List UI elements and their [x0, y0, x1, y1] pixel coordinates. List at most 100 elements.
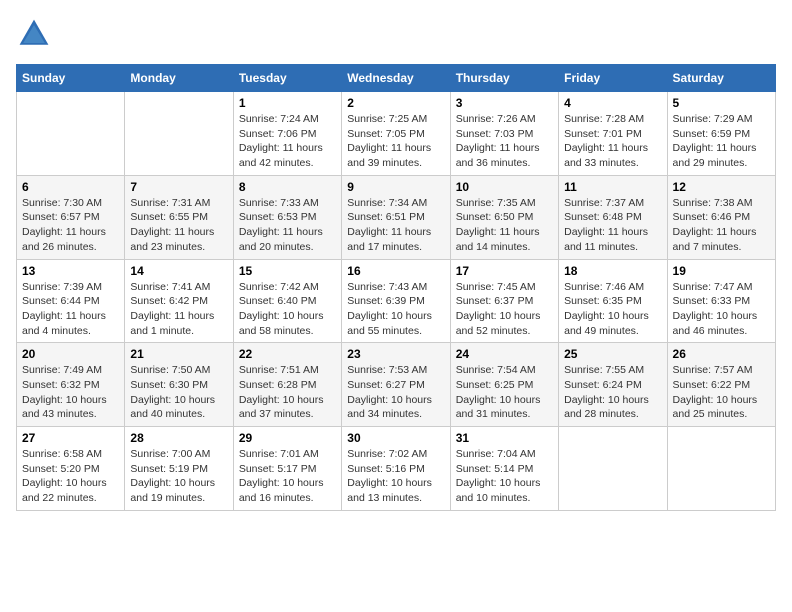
- day-number: 7: [130, 180, 227, 194]
- calendar-cell: 23 Sunrise: 7:53 AMSunset: 6:27 PMDayligh…: [342, 343, 450, 427]
- day-info: Sunrise: 7:45 AMSunset: 6:37 PMDaylight:…: [456, 280, 553, 339]
- calendar-cell: 21 Sunrise: 7:50 AMSunset: 6:30 PMDayligh…: [125, 343, 233, 427]
- calendar-cell: 28 Sunrise: 7:00 AMSunset: 5:19 PMDayligh…: [125, 427, 233, 511]
- day-number: 11: [564, 180, 661, 194]
- day-number: 16: [347, 264, 444, 278]
- day-number: 8: [239, 180, 336, 194]
- day-info: Sunrise: 7:39 AMSunset: 6:44 PMDaylight:…: [22, 280, 119, 339]
- day-info: Sunrise: 7:42 AMSunset: 6:40 PMDaylight:…: [239, 280, 336, 339]
- weekday-header-monday: Monday: [125, 65, 233, 92]
- weekday-header-saturday: Saturday: [667, 65, 775, 92]
- calendar-cell: 26 Sunrise: 7:57 AMSunset: 6:22 PMDayligh…: [667, 343, 775, 427]
- day-number: 19: [673, 264, 770, 278]
- day-number: 30: [347, 431, 444, 445]
- day-number: 2: [347, 96, 444, 110]
- day-info: Sunrise: 7:30 AMSunset: 6:57 PMDaylight:…: [22, 196, 119, 255]
- day-info: Sunrise: 7:51 AMSunset: 6:28 PMDaylight:…: [239, 363, 336, 422]
- day-info: Sunrise: 7:35 AMSunset: 6:50 PMDaylight:…: [456, 196, 553, 255]
- day-info: Sunrise: 7:38 AMSunset: 6:46 PMDaylight:…: [673, 196, 770, 255]
- day-info: Sunrise: 7:04 AMSunset: 5:14 PMDaylight:…: [456, 447, 553, 506]
- day-info: Sunrise: 7:53 AMSunset: 6:27 PMDaylight:…: [347, 363, 444, 422]
- calendar-cell: 16 Sunrise: 7:43 AMSunset: 6:39 PMDayligh…: [342, 259, 450, 343]
- weekday-header-tuesday: Tuesday: [233, 65, 341, 92]
- day-number: 29: [239, 431, 336, 445]
- calendar-cell: 4 Sunrise: 7:28 AMSunset: 7:01 PMDaylight…: [559, 92, 667, 176]
- day-info: Sunrise: 7:46 AMSunset: 6:35 PMDaylight:…: [564, 280, 661, 339]
- calendar-cell: 15 Sunrise: 7:42 AMSunset: 6:40 PMDayligh…: [233, 259, 341, 343]
- logo: [16, 16, 54, 52]
- day-number: 31: [456, 431, 553, 445]
- day-number: 23: [347, 347, 444, 361]
- calendar-cell: 12 Sunrise: 7:38 AMSunset: 6:46 PMDayligh…: [667, 175, 775, 259]
- day-number: 13: [22, 264, 119, 278]
- calendar-cell: 22 Sunrise: 7:51 AMSunset: 6:28 PMDayligh…: [233, 343, 341, 427]
- day-info: Sunrise: 7:02 AMSunset: 5:16 PMDaylight:…: [347, 447, 444, 506]
- calendar-cell: 6 Sunrise: 7:30 AMSunset: 6:57 PMDaylight…: [17, 175, 125, 259]
- day-info: Sunrise: 7:28 AMSunset: 7:01 PMDaylight:…: [564, 112, 661, 171]
- day-info: Sunrise: 7:34 AMSunset: 6:51 PMDaylight:…: [347, 196, 444, 255]
- calendar-cell: [667, 427, 775, 511]
- calendar-cell: [125, 92, 233, 176]
- weekday-header-friday: Friday: [559, 65, 667, 92]
- day-number: 24: [456, 347, 553, 361]
- day-info: Sunrise: 7:47 AMSunset: 6:33 PMDaylight:…: [673, 280, 770, 339]
- calendar-cell: 7 Sunrise: 7:31 AMSunset: 6:55 PMDaylight…: [125, 175, 233, 259]
- day-info: Sunrise: 7:55 AMSunset: 6:24 PMDaylight:…: [564, 363, 661, 422]
- calendar-cell: 19 Sunrise: 7:47 AMSunset: 6:33 PMDayligh…: [667, 259, 775, 343]
- calendar-cell: 9 Sunrise: 7:34 AMSunset: 6:51 PMDaylight…: [342, 175, 450, 259]
- day-info: Sunrise: 7:43 AMSunset: 6:39 PMDaylight:…: [347, 280, 444, 339]
- day-number: 25: [564, 347, 661, 361]
- day-info: Sunrise: 7:00 AMSunset: 5:19 PMDaylight:…: [130, 447, 227, 506]
- calendar-cell: 25 Sunrise: 7:55 AMSunset: 6:24 PMDayligh…: [559, 343, 667, 427]
- weekday-header-sunday: Sunday: [17, 65, 125, 92]
- day-info: Sunrise: 6:58 AMSunset: 5:20 PMDaylight:…: [22, 447, 119, 506]
- day-info: Sunrise: 7:24 AMSunset: 7:06 PMDaylight:…: [239, 112, 336, 171]
- calendar-cell: [559, 427, 667, 511]
- day-number: 21: [130, 347, 227, 361]
- calendar-cell: 2 Sunrise: 7:25 AMSunset: 7:05 PMDaylight…: [342, 92, 450, 176]
- day-number: 18: [564, 264, 661, 278]
- calendar-cell: 29 Sunrise: 7:01 AMSunset: 5:17 PMDayligh…: [233, 427, 341, 511]
- weekday-header-thursday: Thursday: [450, 65, 558, 92]
- day-info: Sunrise: 7:49 AMSunset: 6:32 PMDaylight:…: [22, 363, 119, 422]
- day-info: Sunrise: 7:31 AMSunset: 6:55 PMDaylight:…: [130, 196, 227, 255]
- day-info: Sunrise: 7:41 AMSunset: 6:42 PMDaylight:…: [130, 280, 227, 339]
- day-number: 3: [456, 96, 553, 110]
- day-number: 12: [673, 180, 770, 194]
- calendar-cell: 13 Sunrise: 7:39 AMSunset: 6:44 PMDayligh…: [17, 259, 125, 343]
- day-info: Sunrise: 7:37 AMSunset: 6:48 PMDaylight:…: [564, 196, 661, 255]
- day-number: 17: [456, 264, 553, 278]
- day-info: Sunrise: 7:54 AMSunset: 6:25 PMDaylight:…: [456, 363, 553, 422]
- calendar-cell: 10 Sunrise: 7:35 AMSunset: 6:50 PMDayligh…: [450, 175, 558, 259]
- calendar-cell: 8 Sunrise: 7:33 AMSunset: 6:53 PMDaylight…: [233, 175, 341, 259]
- day-number: 6: [22, 180, 119, 194]
- calendar-cell: [17, 92, 125, 176]
- day-number: 5: [673, 96, 770, 110]
- day-info: Sunrise: 7:01 AMSunset: 5:17 PMDaylight:…: [239, 447, 336, 506]
- day-number: 15: [239, 264, 336, 278]
- day-info: Sunrise: 7:26 AMSunset: 7:03 PMDaylight:…: [456, 112, 553, 171]
- day-number: 4: [564, 96, 661, 110]
- day-number: 27: [22, 431, 119, 445]
- calendar-cell: 1 Sunrise: 7:24 AMSunset: 7:06 PMDaylight…: [233, 92, 341, 176]
- day-info: Sunrise: 7:57 AMSunset: 6:22 PMDaylight:…: [673, 363, 770, 422]
- calendar-cell: 3 Sunrise: 7:26 AMSunset: 7:03 PMDaylight…: [450, 92, 558, 176]
- day-info: Sunrise: 7:33 AMSunset: 6:53 PMDaylight:…: [239, 196, 336, 255]
- day-number: 1: [239, 96, 336, 110]
- day-info: Sunrise: 7:29 AMSunset: 6:59 PMDaylight:…: [673, 112, 770, 171]
- day-number: 10: [456, 180, 553, 194]
- calendar-cell: 14 Sunrise: 7:41 AMSunset: 6:42 PMDayligh…: [125, 259, 233, 343]
- day-number: 9: [347, 180, 444, 194]
- day-number: 14: [130, 264, 227, 278]
- logo-icon: [16, 16, 52, 52]
- page-header: [16, 16, 776, 52]
- calendar-cell: 30 Sunrise: 7:02 AMSunset: 5:16 PMDayligh…: [342, 427, 450, 511]
- weekday-header-wednesday: Wednesday: [342, 65, 450, 92]
- day-number: 26: [673, 347, 770, 361]
- day-number: 22: [239, 347, 336, 361]
- day-number: 28: [130, 431, 227, 445]
- calendar-table: SundayMondayTuesdayWednesdayThursdayFrid…: [16, 64, 776, 511]
- day-info: Sunrise: 7:50 AMSunset: 6:30 PMDaylight:…: [130, 363, 227, 422]
- calendar-cell: 5 Sunrise: 7:29 AMSunset: 6:59 PMDaylight…: [667, 92, 775, 176]
- day-info: Sunrise: 7:25 AMSunset: 7:05 PMDaylight:…: [347, 112, 444, 171]
